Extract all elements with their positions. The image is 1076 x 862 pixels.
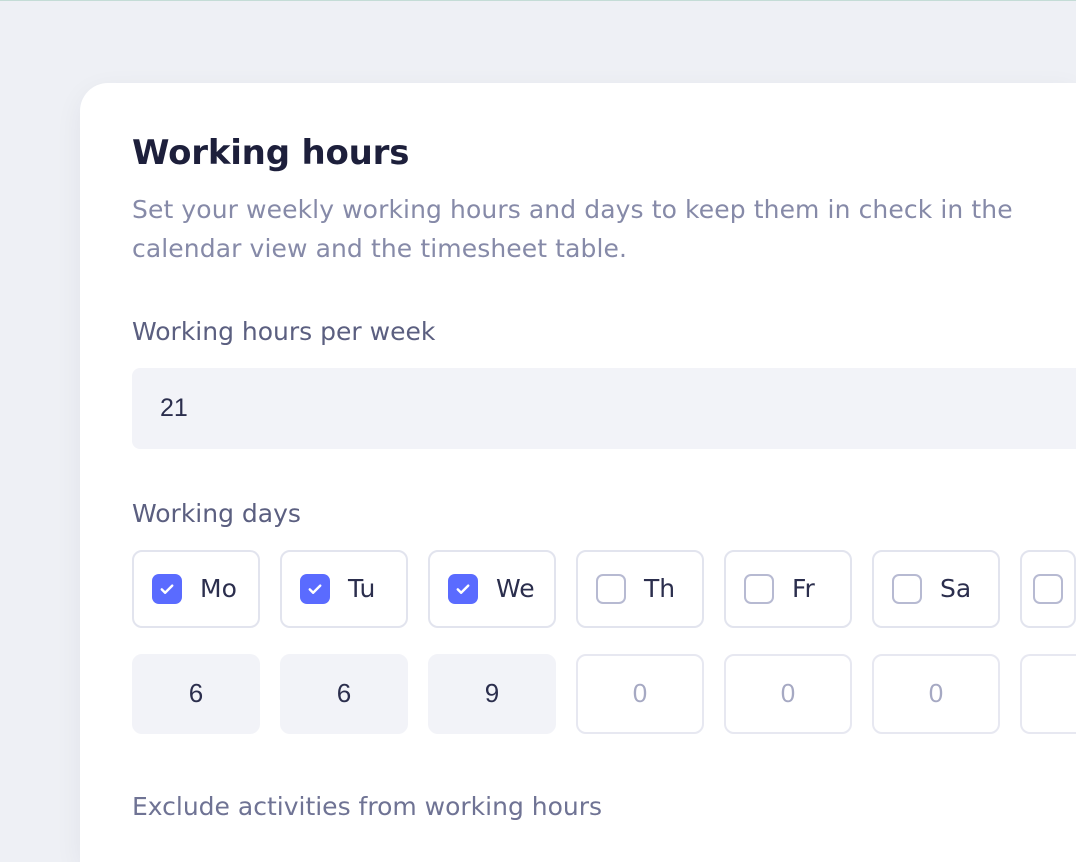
exclude-activities-label: Exclude activities from working hours (132, 792, 1076, 821)
day-chip-more[interactable] (1020, 550, 1076, 628)
day-label: We (496, 574, 535, 603)
day-chip-we[interactable]: We (428, 550, 556, 628)
hours-per-week-group: Working hours per week (132, 317, 1076, 449)
checkbox-icon (744, 574, 774, 604)
day-chip-sa[interactable]: Sa (872, 550, 1000, 628)
hours-per-week-label: Working hours per week (132, 317, 1076, 346)
working-days-label: Working days (132, 499, 1076, 528)
day-label: Mo (200, 574, 237, 603)
day-label: Th (644, 574, 675, 603)
checkbox-icon (448, 574, 478, 604)
working-hours-card: Working hours Set your weekly working ho… (80, 83, 1076, 862)
day-hours-tu[interactable] (280, 654, 408, 734)
day-chip-mo[interactable]: Mo (132, 550, 260, 628)
section-title: Working hours (132, 133, 1076, 173)
checkbox-icon (596, 574, 626, 604)
settings-page: Working hours Set your weekly working ho… (0, 0, 1076, 862)
day-label: Fr (792, 574, 815, 603)
day-hours-we[interactable] (428, 654, 556, 734)
day-hours-sa[interactable] (872, 654, 1000, 734)
day-chip-fr[interactable]: Fr (724, 550, 852, 628)
checkbox-icon (1033, 574, 1063, 604)
day-label: Sa (940, 574, 971, 603)
day-chip-th[interactable]: Th (576, 550, 704, 628)
working-days-row: Mo Tu We Th (132, 550, 1076, 628)
section-description: Set your weekly working hours and days t… (132, 191, 1062, 269)
day-hours-fr[interactable] (724, 654, 852, 734)
checkbox-icon (892, 574, 922, 604)
day-hours-more[interactable] (1020, 654, 1076, 734)
hours-per-week-input[interactable] (132, 368, 1076, 449)
checkbox-icon (152, 574, 182, 604)
checkbox-icon (300, 574, 330, 604)
day-hours-th[interactable] (576, 654, 704, 734)
working-days-group: Working days Mo Tu (132, 499, 1076, 734)
day-label: Tu (348, 574, 375, 603)
day-hours-mo[interactable] (132, 654, 260, 734)
day-hours-row (132, 654, 1076, 734)
day-chip-tu[interactable]: Tu (280, 550, 408, 628)
